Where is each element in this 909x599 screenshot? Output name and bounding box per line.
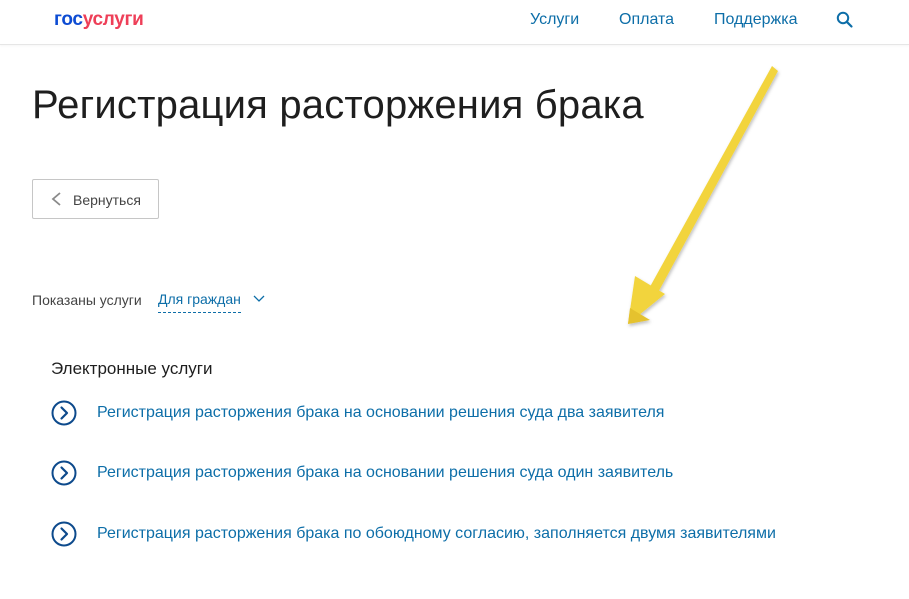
page: госуслуги Услуги Оплата Поддержка Регист…	[0, 0, 909, 599]
gosuslugi-logo[interactable]: госуслуги	[54, 9, 144, 31]
nav-item-payment[interactable]: Оплата	[619, 11, 674, 29]
service-item-court-one-applicant[interactable]: Регистрация расторжения брака на основан…	[51, 460, 871, 488]
back-button[interactable]: Вернуться	[32, 179, 159, 219]
logo-part-1: гос	[54, 9, 83, 30]
logo-part-2: услуги	[82, 9, 144, 30]
service-item-mutual-consent[interactable]: Регистрация расторжения брака по обоюдно…	[51, 521, 871, 549]
page-title: Регистрация расторжения брака	[32, 83, 644, 127]
service-link[interactable]: Регистрация расторжения брака по обоюдно…	[97, 525, 776, 543]
circle-chevron-right-icon	[51, 400, 77, 426]
circle-chevron-right-icon	[51, 521, 77, 547]
filter-label: Показаны услуги	[32, 292, 142, 308]
audience-filter-value: Для граждан	[158, 291, 241, 307]
nav-item-services[interactable]: Услуги	[530, 11, 579, 29]
nav-item-support[interactable]: Поддержка	[714, 11, 797, 29]
chevron-down-icon	[253, 295, 265, 302]
service-item-court-two-applicants[interactable]: Регистрация расторжения брака на основан…	[51, 400, 871, 428]
circle-chevron-right-icon	[51, 460, 77, 486]
search-icon[interactable]	[836, 11, 854, 29]
audience-filter-select[interactable]: Для граждан	[158, 290, 265, 313]
service-link[interactable]: Регистрация расторжения брака на основан…	[97, 464, 673, 482]
service-link[interactable]: Регистрация расторжения брака на основан…	[97, 404, 664, 422]
section-title: Электронные услуги	[51, 359, 213, 378]
chevron-left-icon	[51, 192, 61, 206]
annotation-arrow-icon	[628, 66, 778, 324]
back-button-label: Вернуться	[73, 192, 141, 208]
header: госуслуги Услуги Оплата Поддержка	[0, 0, 909, 45]
